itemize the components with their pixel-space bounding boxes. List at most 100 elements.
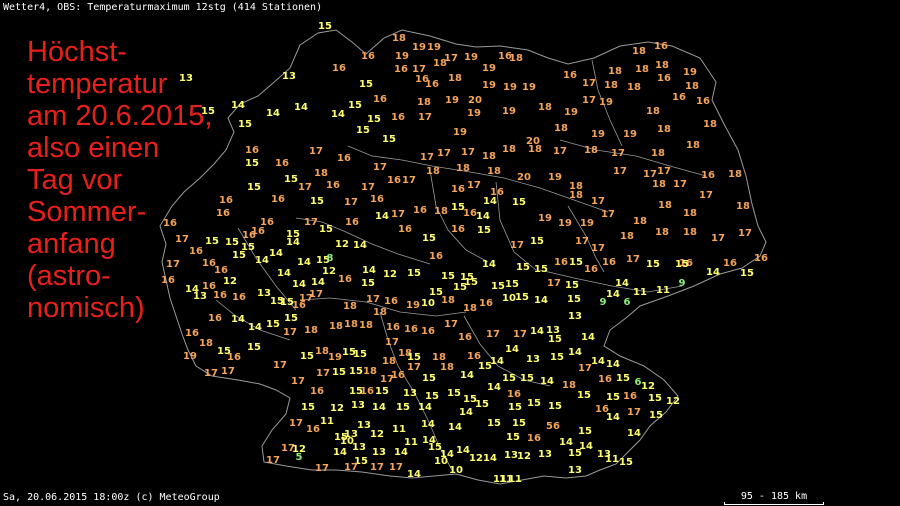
station-value: 8	[327, 253, 334, 264]
station-value: 16	[361, 51, 375, 62]
station-value: 17	[407, 362, 421, 373]
station-value: 18	[736, 201, 750, 212]
station-value: 17	[370, 462, 384, 473]
station-value: 18	[646, 106, 660, 117]
station-value: 19	[464, 52, 478, 63]
station-value: 15	[247, 182, 261, 193]
station-value: 18	[683, 208, 697, 219]
station-value: 18	[655, 227, 669, 238]
station-value: 14	[407, 469, 421, 480]
station-value: 14	[375, 211, 389, 222]
station-value: 18	[359, 320, 373, 331]
station-value: 17	[418, 112, 432, 123]
station-value: 14	[568, 347, 582, 358]
station-value: 18	[487, 166, 501, 177]
station-value: 14	[482, 259, 496, 270]
station-value: 12	[370, 429, 384, 440]
station-value: 15	[310, 196, 324, 207]
station-value: 15	[319, 224, 333, 235]
station-value: 14	[534, 295, 548, 306]
overlay-line: anfang	[27, 228, 116, 260]
station-value: 18	[373, 307, 387, 318]
station-value: 17	[373, 162, 387, 173]
station-value: 15	[407, 268, 421, 279]
station-value: 16	[479, 298, 493, 309]
station-value: 15	[527, 398, 541, 409]
station-value: 14	[294, 102, 308, 113]
station-value: 13	[568, 465, 582, 476]
station-value: 16	[214, 265, 228, 276]
station-value: 15	[567, 294, 581, 305]
station-value: 17	[309, 289, 323, 300]
station-value: 17	[366, 294, 380, 305]
station-value: 15	[318, 21, 332, 32]
station-value: 16	[370, 194, 384, 205]
station-value: 14	[448, 422, 462, 433]
station-value: 16	[507, 389, 521, 400]
station-value: 14	[476, 211, 490, 222]
station-value: 19	[395, 51, 409, 62]
station-value: 15	[478, 361, 492, 372]
station-value: 19	[482, 80, 496, 91]
station-value: 18	[703, 119, 717, 130]
station-value: 18	[344, 319, 358, 330]
station-value: 14	[286, 237, 300, 248]
station-value: 19	[564, 107, 578, 118]
station-value: 18	[433, 58, 447, 69]
station-value: 13	[403, 388, 417, 399]
station-value: 15	[530, 236, 544, 247]
station-value: 18	[482, 151, 496, 162]
station-value: 15	[356, 125, 370, 136]
station-value: 18	[304, 325, 318, 336]
station-value: 18	[440, 362, 454, 373]
station-value: 18	[620, 231, 634, 242]
station-value: 13	[357, 420, 371, 431]
station-value: 17	[553, 146, 567, 157]
station-value: 18	[329, 321, 343, 332]
station-value: 20	[517, 172, 531, 183]
station-value: 19	[538, 213, 552, 224]
station-value: 13	[526, 354, 540, 365]
station-value: 56	[546, 421, 560, 432]
scale-bar-line	[724, 502, 824, 505]
station-value: 12	[641, 381, 655, 392]
station-value: 16	[554, 257, 568, 268]
station-value: 16	[216, 208, 230, 219]
station-value: 12	[223, 276, 237, 287]
station-value: 11	[656, 285, 670, 296]
station-value: 19	[522, 82, 536, 93]
station-value: 14	[591, 356, 605, 367]
station-value: 16	[602, 257, 616, 268]
station-value: 17	[613, 166, 627, 177]
station-value: 18	[363, 366, 377, 377]
station-value: 11	[605, 454, 619, 465]
station-value: 16	[386, 322, 400, 333]
station-value: 18	[448, 73, 462, 84]
station-value: 18	[584, 145, 598, 156]
station-value: 19	[591, 129, 605, 140]
station-value: 17	[738, 228, 752, 239]
station-value: 15	[502, 373, 516, 384]
station-value: 12	[335, 239, 349, 250]
station-value: 13	[282, 71, 296, 82]
station-value: 15	[396, 402, 410, 413]
station-value: 14	[627, 428, 641, 439]
station-value: 15	[238, 119, 252, 130]
station-value: 16	[463, 208, 477, 219]
station-value: 10	[421, 298, 435, 309]
station-value: 14	[606, 412, 620, 423]
station-value: 17	[344, 462, 358, 473]
station-value: 17	[221, 366, 235, 377]
station-value: 19	[445, 95, 459, 106]
station-value: 18	[417, 97, 431, 108]
station-value: 19	[482, 63, 496, 74]
station-value: 15	[422, 373, 436, 384]
station-value: 15	[577, 390, 591, 401]
station-value: 14	[248, 322, 262, 333]
station-value: 14	[505, 344, 519, 355]
station-value: 19	[406, 300, 420, 311]
station-value: 16	[421, 326, 435, 337]
station-value: 14	[418, 402, 432, 413]
station-value: 16	[413, 205, 427, 216]
station-value: 17	[273, 360, 287, 371]
